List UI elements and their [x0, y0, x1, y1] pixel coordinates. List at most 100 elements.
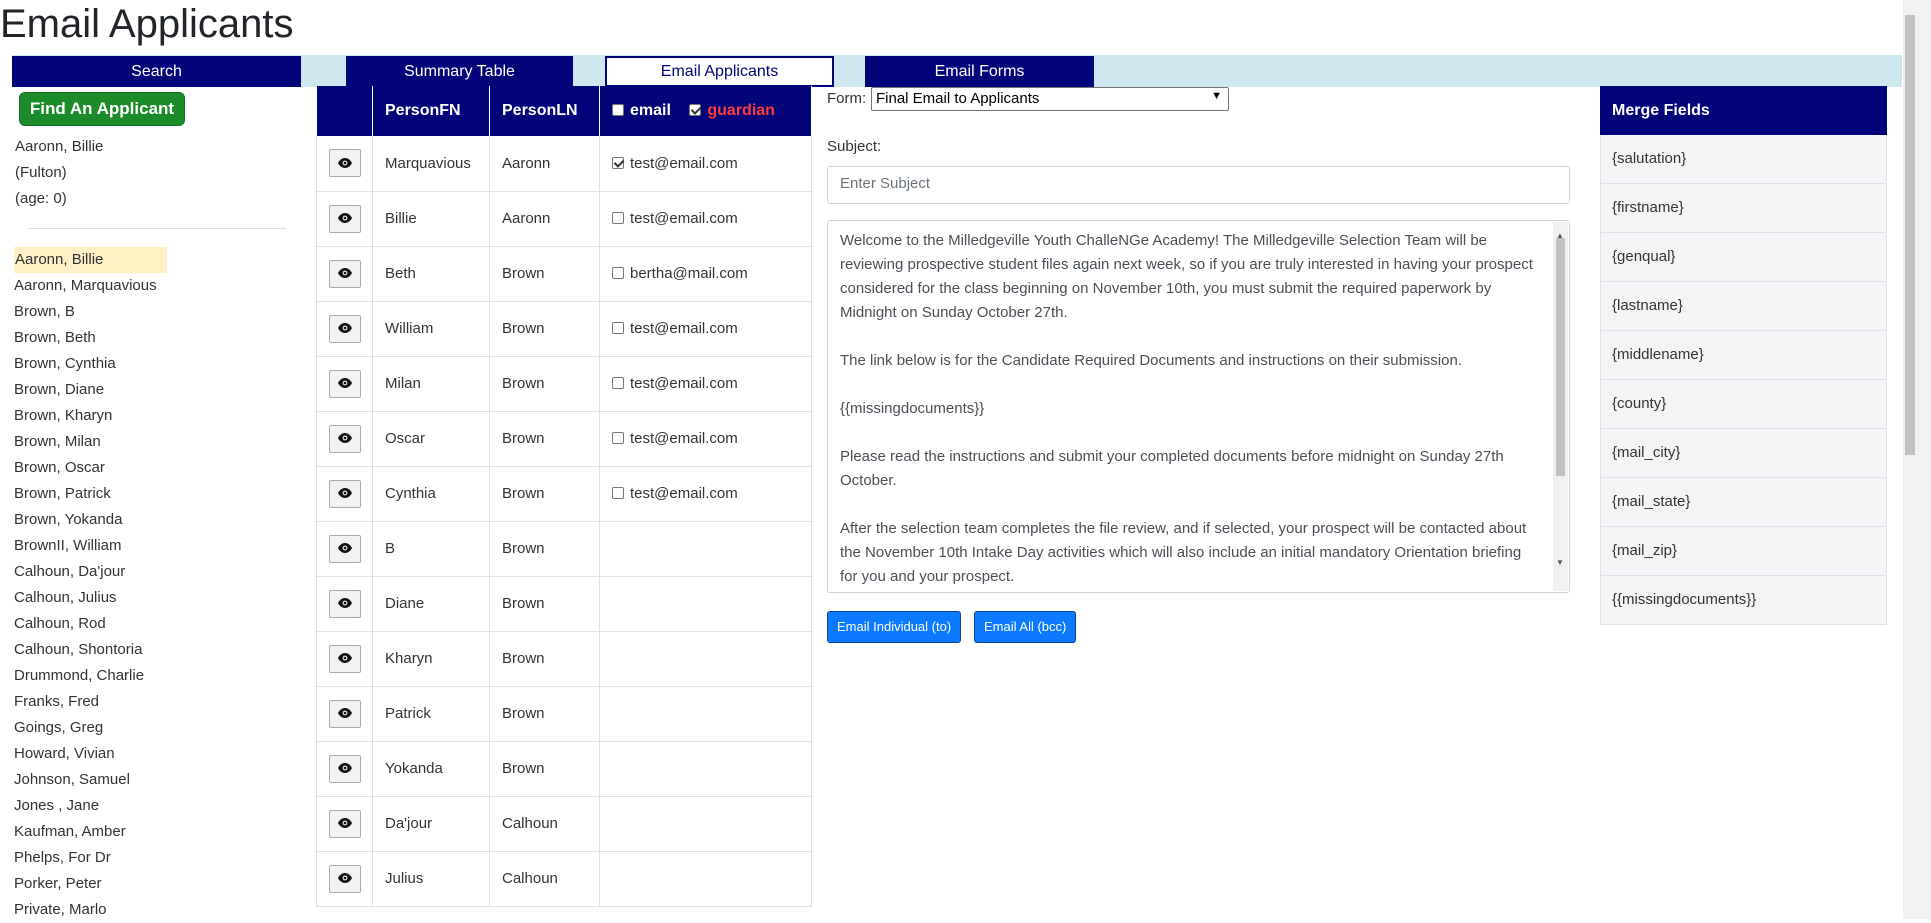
- email-header-checkbox[interactable]: [612, 104, 624, 116]
- merge-field-item[interactable]: {mail_zip}: [1600, 527, 1887, 576]
- email-row-checkbox[interactable]: [612, 487, 624, 499]
- email-individual-button[interactable]: Email Individual (to): [827, 611, 962, 643]
- merge-field-item[interactable]: {firstname}: [1600, 184, 1887, 233]
- guardian-header-checkbox[interactable]: [689, 104, 702, 116]
- applicant-list-item[interactable]: Brown, Cynthia: [14, 351, 294, 377]
- email-row-checkbox[interactable]: [612, 212, 624, 224]
- view-button[interactable]: [328, 534, 361, 563]
- merge-field-item[interactable]: {middlename}: [1600, 331, 1887, 380]
- view-button[interactable]: [328, 699, 361, 728]
- view-cell: [316, 411, 373, 467]
- table-row: Beth Brown bertha@mail.com: [316, 246, 812, 302]
- tab-email-forms[interactable]: Email Forms: [865, 56, 1094, 87]
- view-button[interactable]: [328, 424, 361, 453]
- eye-icon: [337, 265, 352, 282]
- applicant-list-item[interactable]: Brown, Oscar: [14, 455, 294, 481]
- email-row-checkbox[interactable]: [612, 377, 624, 389]
- tab-search[interactable]: Search: [12, 56, 301, 87]
- applicant-list-item[interactable]: Aaronn, Marquavious: [14, 273, 294, 299]
- view-button[interactable]: [328, 149, 361, 178]
- applicant-list-item[interactable]: Aaronn, Billie: [14, 247, 167, 273]
- email-row-checkbox[interactable]: [612, 267, 624, 279]
- eye-icon: [337, 815, 352, 832]
- page-scrollbar[interactable]: [1903, 0, 1931, 919]
- applicant-list-item[interactable]: Porker, Peter: [14, 871, 294, 897]
- applicant-list-item[interactable]: Brown, Kharyn: [14, 403, 294, 429]
- merge-field-item[interactable]: {{missingdocuments}}: [1600, 576, 1887, 625]
- applicant-list-item[interactable]: Brown, Beth: [14, 325, 294, 351]
- view-cell: [316, 466, 373, 522]
- applicant-list-item[interactable]: Jones , Jane: [14, 793, 294, 819]
- merge-field-item[interactable]: {lastname}: [1600, 282, 1887, 331]
- tab-summary-table[interactable]: Summary Table: [346, 56, 573, 87]
- view-button[interactable]: [328, 259, 361, 288]
- row-email-cell: test@email.com: [599, 136, 812, 192]
- main-nav: Search Summary Table Email Applicants Em…: [12, 55, 1902, 87]
- view-button[interactable]: [328, 809, 361, 838]
- merge-field-item[interactable]: {salutation}: [1600, 135, 1887, 184]
- scrollbar-thumb[interactable]: [1556, 238, 1565, 476]
- email-row-checkbox[interactable]: [612, 322, 624, 334]
- view-button[interactable]: [328, 644, 361, 673]
- merge-fields-list: {salutation} {firstname} {genqual} {lastnam…: [1600, 135, 1887, 625]
- view-button[interactable]: [328, 589, 361, 618]
- body-paragraph: Welcome to the Milledgeville Youth Chall…: [840, 232, 1533, 321]
- page-scrollbar-thumb[interactable]: [1905, 15, 1915, 455]
- applicant-list-item[interactable]: Brown, Diane: [14, 377, 294, 403]
- applicant-list-item[interactable]: BrownII, William: [14, 533, 294, 559]
- row-first-name: Yokanda: [372, 741, 490, 797]
- form-select-value: Final Email to Applicants: [876, 90, 1040, 107]
- view-button[interactable]: [328, 204, 361, 233]
- eye-icon: [337, 155, 352, 172]
- merge-field-item[interactable]: {genqual}: [1600, 233, 1887, 282]
- applicant-list-item[interactable]: Calhoun, Da'jour: [14, 559, 294, 585]
- applicant-list-item[interactable]: Calhoun, Julius: [14, 585, 294, 611]
- view-cell: [316, 686, 373, 742]
- scroll-down-icon[interactable]: ▼: [1556, 551, 1564, 575]
- row-email: test@email.com: [630, 210, 738, 227]
- applicant-list-item[interactable]: Franks, Fred: [14, 689, 294, 715]
- find-applicant-button[interactable]: Find An Applicant: [19, 92, 185, 126]
- view-cell: [316, 631, 373, 687]
- applicant-list-item[interactable]: Calhoun, Rod: [14, 611, 294, 637]
- row-first-name: Da'jour: [372, 796, 490, 852]
- email-all-button[interactable]: Email All (bcc): [974, 611, 1077, 643]
- tab-email-applicants[interactable]: Email Applicants: [605, 56, 834, 87]
- merge-fields-panel: Merge Fields {salutation} {firstname} {gen…: [1600, 86, 1887, 625]
- applicant-list-item[interactable]: Phelps, For Dr: [14, 845, 294, 871]
- view-button[interactable]: [328, 864, 361, 893]
- email-body-textarea[interactable]: Welcome to the Milledgeville Youth Chall…: [827, 220, 1570, 593]
- row-first-name: Marquavious: [372, 136, 490, 192]
- textarea-scrollbar[interactable]: ▲ ▼: [1553, 222, 1568, 591]
- applicant-list-item[interactable]: Howard, Vivian: [14, 741, 294, 767]
- applicant-list-item[interactable]: Brown, Yokanda: [14, 507, 294, 533]
- applicant-list-item[interactable]: Drummond, Charlie: [14, 663, 294, 689]
- applicant-list-item[interactable]: Calhoun, Shontoria: [14, 637, 294, 663]
- applicant-list-item[interactable]: Brown, Patrick: [14, 481, 294, 507]
- applicant-list-item[interactable]: Private, Marlo: [14, 897, 294, 923]
- merge-field-item[interactable]: {county}: [1600, 380, 1887, 429]
- view-button[interactable]: [328, 479, 361, 508]
- email-row-checkbox[interactable]: [612, 156, 624, 169]
- row-last-name: Brown: [489, 576, 600, 632]
- row-email-cell: test@email.com: [599, 466, 812, 522]
- merge-field-item[interactable]: {mail_state}: [1600, 478, 1887, 527]
- merge-field-item[interactable]: {mail_city}: [1600, 429, 1887, 478]
- view-button[interactable]: [328, 754, 361, 783]
- applicant-list-item[interactable]: Johnson, Samuel: [14, 767, 294, 793]
- email-row-checkbox[interactable]: [612, 432, 624, 444]
- view-button[interactable]: [328, 369, 361, 398]
- applicants-table: PersonFN PersonLN email guardian Marquav…: [316, 86, 812, 907]
- row-email-cell: test@email.com: [599, 191, 812, 247]
- row-email: bertha@mail.com: [630, 265, 748, 282]
- row-last-name: Brown: [489, 741, 600, 797]
- view-cell: [316, 136, 373, 192]
- applicant-list-item[interactable]: Goings, Greg: [14, 715, 294, 741]
- form-select[interactable]: Final Email to Applicants ▼: [871, 87, 1229, 111]
- applicant-list-item[interactable]: Brown, B: [14, 299, 294, 325]
- applicant-list-item[interactable]: Brown, Milan: [14, 429, 294, 455]
- view-button[interactable]: [328, 314, 361, 343]
- applicant-list-item[interactable]: Kaufman, Amber: [14, 819, 294, 845]
- subject-input[interactable]: Enter Subject: [827, 166, 1570, 204]
- table-row: Billie Aaronn test@email.com: [316, 191, 812, 247]
